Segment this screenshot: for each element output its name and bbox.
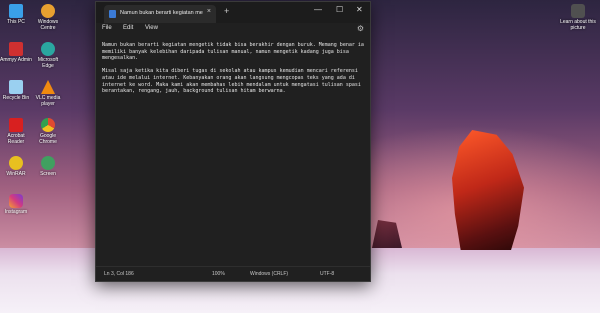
desktop-icon-chrome[interactable]: Google Chrome: [32, 118, 64, 145]
desktop-icon-label: Microsoft Edge: [37, 57, 59, 69]
tab-close-icon[interactable]: ×: [207, 8, 211, 15]
desktop-icon-ammyy-admin[interactable]: Ammyy Admin: [0, 42, 32, 63]
pdf-icon: [9, 118, 23, 132]
menu-file[interactable]: File: [102, 25, 112, 31]
document-tab[interactable]: Namun bukan berarti kegiatan me ×: [104, 5, 216, 23]
desktop-icon-label: This PC: [7, 19, 25, 25]
new-tab-button[interactable]: +: [224, 6, 229, 16]
archive-icon: [9, 156, 23, 170]
desktop-icon-recycle-bin[interactable]: Recycle Bin: [0, 80, 32, 101]
desktop-icon-label: WinRAR: [6, 171, 26, 177]
vlc-icon: [41, 80, 55, 94]
app-icon: [9, 42, 23, 56]
zoom-level: 100%: [212, 271, 225, 277]
desktop-icon-label: Ammyy Admin: [0, 57, 32, 63]
desktop-icon-label: VLC media player: [35, 95, 61, 107]
instagram-icon: [9, 194, 23, 208]
desktop-icon-microsoft-edge[interactable]: Microsoft Edge: [32, 42, 64, 69]
cursor-position: Ln 3, Col 186: [104, 271, 134, 277]
desktop-icon-vlc[interactable]: VLC media player: [32, 80, 64, 107]
status-bar: Ln 3, Col 186 100% Windows (CRLF) UTF-8: [96, 266, 370, 281]
desktop-icon-learn-about-picture[interactable]: Learn about this picture: [560, 4, 596, 31]
menu-bar: File Edit View ⚙: [96, 23, 370, 37]
desktop-icon-this-pc[interactable]: This PC: [0, 4, 32, 25]
app-icon: [41, 156, 55, 170]
close-button[interactable]: ✕: [356, 5, 363, 14]
paragraph-1: Namun bukan berarti kegiatan mengetik ti…: [102, 42, 364, 62]
recycle-bin-icon: [9, 80, 23, 94]
encoding: UTF-8: [320, 271, 335, 277]
desktop-icon-label: Acrobat Reader: [7, 133, 25, 145]
maximize-button[interactable]: ☐: [336, 5, 343, 14]
settings-icon[interactable]: ⚙: [357, 24, 364, 33]
desktop-icon-label: Screen: [40, 171, 56, 177]
desktop-icon-windows-centre[interactable]: Windows Centre: [32, 4, 64, 31]
text-editor[interactable]: Namun bukan berarti kegiatan mengetik ti…: [96, 37, 370, 267]
desktop-icon-label: Google Chrome: [39, 133, 57, 145]
menu-view[interactable]: View: [145, 25, 158, 31]
desktop-icon-winrar[interactable]: WinRAR: [0, 156, 32, 177]
desktop-icon-acrobat[interactable]: Acrobat Reader: [0, 118, 32, 145]
notepad-icon: [109, 10, 116, 18]
desktop-icon-label: Learn about this picture: [560, 19, 596, 31]
desktop-icon-label: Instagram: [4, 209, 28, 215]
paragraph-2: Misal saja ketika kita diberi tugas di s…: [102, 68, 361, 95]
desktop-icon-label: Windows Centre: [37, 19, 59, 31]
title-bar: Namun bukan berarti kegiatan me × + — ☐ …: [96, 2, 370, 23]
app-icon: [41, 4, 55, 18]
desktop-icon-screen[interactable]: Screen: [32, 156, 64, 177]
chrome-icon: [41, 118, 55, 132]
line-ending: Windows (CRLF): [250, 271, 289, 277]
computer-icon: [9, 4, 23, 18]
tab-title: Namun bukan berarti kegiatan me: [120, 10, 203, 16]
menu-edit[interactable]: Edit: [123, 25, 133, 31]
edge-icon: [41, 42, 55, 56]
desktop-icon-instagram[interactable]: Instagram: [0, 194, 32, 215]
camera-icon: [571, 4, 585, 18]
notepad-window: Namun bukan berarti kegiatan me × + — ☐ …: [95, 1, 371, 282]
minimize-button[interactable]: —: [314, 5, 322, 14]
desktop-icon-label: Recycle Bin: [2, 95, 30, 101]
